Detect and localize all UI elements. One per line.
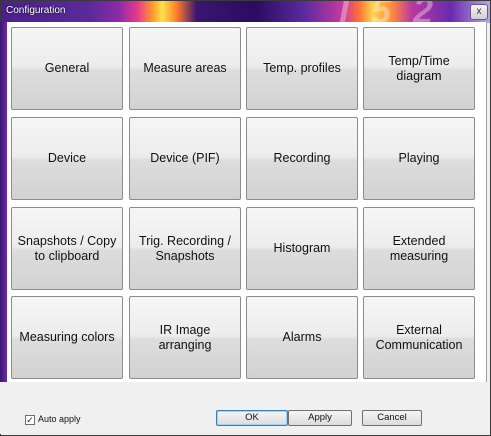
config-tiles-panel: General Measure areas Temp. profiles Tem… — [7, 22, 487, 383]
close-icon: x — [476, 6, 482, 17]
apply-button[interactable]: Apply — [288, 410, 352, 426]
watermark-logo: I 5 2 — [339, 1, 440, 23]
checkmark-icon: ✓ — [26, 415, 34, 425]
general-button[interactable]: General — [11, 27, 123, 110]
auto-apply-label: Auto apply — [38, 414, 81, 424]
alarms-button[interactable]: Alarms — [246, 296, 358, 379]
histogram-button[interactable]: Histogram — [246, 207, 358, 290]
device-pif-button[interactable]: Device (PIF) — [129, 117, 241, 200]
temp-time-diagram-button[interactable]: Temp/Time diagram — [363, 27, 475, 110]
device-button[interactable]: Device — [11, 117, 123, 200]
cancel-button[interactable]: Cancel — [362, 410, 422, 426]
window-title: Configuration — [6, 5, 66, 16]
auto-apply-checkbox[interactable]: ✓ — [25, 415, 35, 425]
ir-image-arranging-button[interactable]: IR Image arranging — [129, 296, 241, 379]
left-accent-bar — [0, 22, 7, 394]
snapshots-copy-button[interactable]: Snapshots / Copy to clipboard — [11, 207, 123, 290]
close-button[interactable]: x — [470, 4, 488, 20]
dialog-footer — [0, 382, 489, 434]
measuring-colors-button[interactable]: Measuring colors — [11, 296, 123, 379]
title-bar[interactable]: I 5 2 Configuration x — [1, 1, 490, 23]
external-communication-button[interactable]: External Communication — [363, 296, 475, 379]
recording-button[interactable]: Recording — [246, 117, 358, 200]
trig-recording-button[interactable]: Trig. Recording / Snapshots — [129, 207, 241, 290]
playing-button[interactable]: Playing — [363, 117, 475, 200]
measure-areas-button[interactable]: Measure areas — [129, 27, 241, 110]
extended-measuring-button[interactable]: Extended measuring — [363, 207, 475, 290]
temp-profiles-button[interactable]: Temp. profiles — [246, 27, 358, 110]
ok-button[interactable]: OK — [216, 410, 288, 426]
